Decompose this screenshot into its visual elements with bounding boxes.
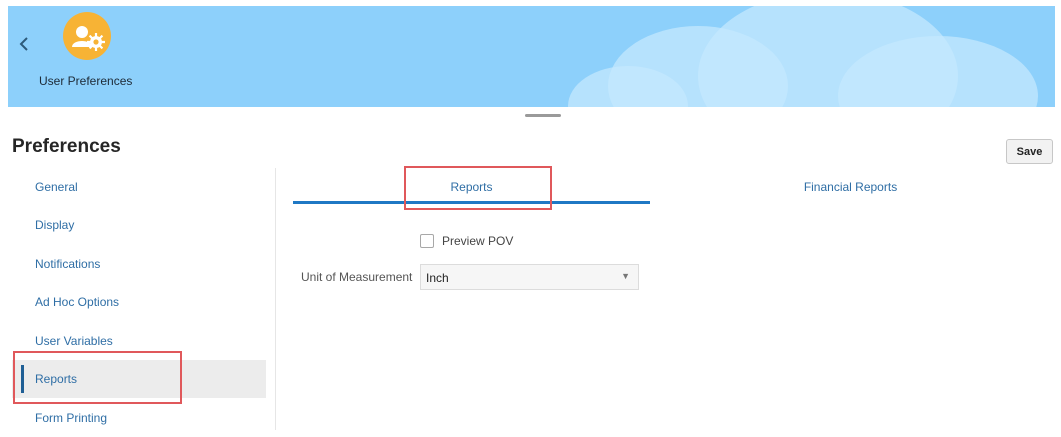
sidebar-item-label: Display: [35, 218, 75, 232]
chevron-left-icon: [19, 37, 28, 51]
header-banner: User Preferences: [8, 6, 1055, 107]
sidebar-item-label: User Variables: [35, 334, 113, 348]
drag-handle[interactable]: [525, 114, 561, 117]
tab-label: Financial Reports: [803, 180, 898, 194]
active-indicator: [21, 365, 24, 393]
sidebar-item-reports[interactable]: Reports: [12, 360, 266, 398]
select-value: Inch: [426, 271, 449, 285]
sidebar-item-label: Reports: [35, 372, 78, 386]
sidebar-item-user-variables[interactable]: User Variables: [12, 322, 266, 360]
sidebar-item-notifications[interactable]: Notifications: [12, 245, 266, 283]
sidebar-item-label: General: [35, 180, 78, 194]
dropdown-arrow-icon: ▼: [621, 271, 630, 281]
page-title: Preferences: [12, 136, 121, 157]
tab-reports[interactable]: Reports: [293, 180, 650, 194]
active-tab-indicator: [293, 201, 650, 204]
sidebar-item-display[interactable]: Display: [12, 206, 266, 244]
preview-pov-checkbox[interactable]: [420, 234, 434, 248]
sidebar-item-form-printing[interactable]: Form Printing: [12, 399, 266, 437]
sidebar-item-general[interactable]: General: [12, 168, 266, 206]
user-settings-icon[interactable]: [63, 12, 111, 60]
unit-of-measurement-label: Unit of Measurement: [301, 270, 413, 284]
sidebar-item-label: Form Printing: [35, 411, 108, 425]
preview-pov-label: Preview POV: [442, 234, 514, 248]
sidebar-item-label: Ad Hoc Options: [35, 295, 120, 309]
app-title: User Preferences: [39, 74, 133, 88]
sidebar-divider: [275, 168, 276, 430]
back-button[interactable]: [19, 36, 33, 56]
sidebar-item-label: Notifications: [35, 257, 101, 271]
tab-label: Reports: [450, 180, 493, 194]
tab-financial-reports[interactable]: Financial Reports: [672, 180, 1029, 194]
save-button[interactable]: Save: [1006, 139, 1053, 164]
unit-of-measurement-select[interactable]: Inch ▼: [420, 264, 639, 290]
sidebar-item-ad-hoc-options[interactable]: Ad Hoc Options: [12, 283, 266, 321]
